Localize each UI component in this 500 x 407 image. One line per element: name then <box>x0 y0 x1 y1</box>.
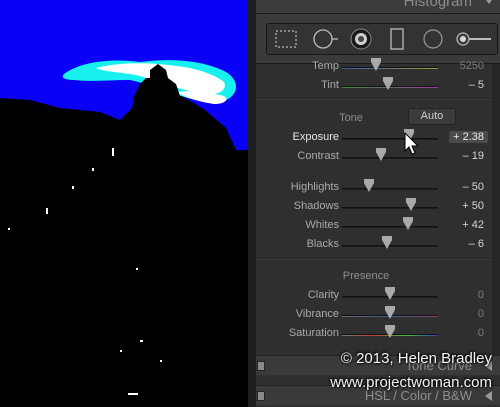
slider-label: Whites <box>305 219 339 231</box>
slider-value[interactable]: + 2.38 <box>449 131 488 143</box>
exposure-slider-track[interactable] <box>342 138 438 140</box>
slider-label: Shadows <box>293 200 339 212</box>
clarity-slider-thumb[interactable] <box>385 287 395 300</box>
slider-row-blacks[interactable]: Blacks – 6 <box>256 236 492 255</box>
highlights-slider-thumb[interactable] <box>363 179 374 192</box>
slider-value[interactable]: 0 <box>478 308 484 320</box>
spot-removal-icon[interactable] <box>307 24 343 54</box>
slider-label: Blacks <box>306 238 339 250</box>
adjustment-brush-icon[interactable] <box>451 24 491 54</box>
photo-preview <box>0 0 248 407</box>
panel-scrollbar[interactable] <box>492 64 500 364</box>
slider-row-saturation[interactable]: Saturation 0 <box>256 325 492 344</box>
shadows-slider-track[interactable] <box>342 207 438 209</box>
contrast-slider-thumb[interactable] <box>376 148 387 161</box>
slider-row-exposure[interactable]: Exposure + 2.38 <box>256 129 492 148</box>
slider-label: Highlights <box>290 181 339 193</box>
slider-row-tint[interactable]: Tint – 5 <box>256 77 492 96</box>
whites-slider-thumb[interactable] <box>403 217 414 230</box>
vibrance-slider-thumb[interactable] <box>385 306 395 319</box>
develop-right-panel: Histogram Temp 5250 Tint – 5 Tone Auto E… <box>248 0 500 407</box>
histogram-header[interactable]: Histogram <box>256 0 500 14</box>
saturation-slider-thumb[interactable] <box>385 325 395 338</box>
slider-label: Contrast <box>297 150 339 162</box>
radial-filter-icon[interactable] <box>415 24 451 54</box>
blacks-slider-thumb[interactable] <box>382 236 393 249</box>
tint-slider-thumb[interactable] <box>383 77 393 90</box>
slider-value[interactable]: – 19 <box>463 150 484 162</box>
panel-toggle-switch[interactable] <box>257 361 265 371</box>
section-divider <box>256 98 492 100</box>
slider-row-contrast[interactable]: Contrast – 19 <box>256 148 492 167</box>
collapse-triangle-icon[interactable] <box>484 0 494 4</box>
presence-group-title: Presence <box>342 270 390 282</box>
slider-row-vibrance[interactable]: Vibrance 0 <box>256 306 492 325</box>
clipped-photo-image <box>0 0 248 407</box>
section-divider <box>256 258 492 260</box>
tone-auto-button[interactable]: Auto <box>408 108 456 125</box>
slider-value[interactable]: 0 <box>478 327 484 339</box>
slider-value[interactable]: + 50 <box>462 200 484 212</box>
contrast-slider-track[interactable] <box>342 157 438 159</box>
graduated-filter-icon[interactable] <box>379 24 415 54</box>
slider-row-clarity[interactable]: Clarity 0 <box>256 287 492 306</box>
temp-slider-track[interactable] <box>342 67 438 69</box>
mouse-pointer-icon <box>404 132 420 155</box>
red-eye-icon[interactable] <box>343 24 379 54</box>
crop-overlay-icon[interactable] <box>269 24 305 54</box>
slider-row-highlights[interactable]: Highlights – 50 <box>256 179 492 198</box>
slider-row-whites[interactable]: Whites + 42 <box>256 217 492 236</box>
panel-edge <box>248 0 256 407</box>
slider-value[interactable]: – 6 <box>469 238 484 250</box>
histogram-title: Histogram <box>403 0 472 10</box>
slider-label: Exposure <box>292 131 339 143</box>
website-watermark: www.projectwoman.com <box>330 374 492 391</box>
slider-label: Clarity <box>307 289 339 301</box>
copyright-watermark: © 2013, Helen Bradley <box>340 350 492 367</box>
slider-row-temp[interactable]: Temp 5250 <box>256 58 492 77</box>
panel-toggle-switch[interactable] <box>257 391 265 401</box>
tool-strip-frame <box>266 23 498 55</box>
slider-value[interactable]: + 42 <box>462 219 484 231</box>
slider-value[interactable]: – 5 <box>469 79 484 91</box>
slider-value[interactable]: – 50 <box>463 181 484 193</box>
slider-row-shadows[interactable]: Shadows + 50 <box>256 198 492 217</box>
tool-strip <box>256 14 500 64</box>
slider-label: Tint <box>321 79 339 91</box>
temp-slider-thumb[interactable] <box>371 58 381 71</box>
slider-label: Temp <box>312 60 339 72</box>
slider-label: Saturation <box>288 327 339 339</box>
whites-slider-track[interactable] <box>342 226 438 228</box>
shadows-slider-thumb[interactable] <box>406 198 417 211</box>
slider-label: Vibrance <box>295 308 339 320</box>
highlights-slider-track[interactable] <box>342 188 438 190</box>
slider-value[interactable]: 5250 <box>460 60 484 72</box>
slider-value[interactable]: 0 <box>478 289 484 301</box>
expand-triangle-icon[interactable] <box>485 391 492 401</box>
